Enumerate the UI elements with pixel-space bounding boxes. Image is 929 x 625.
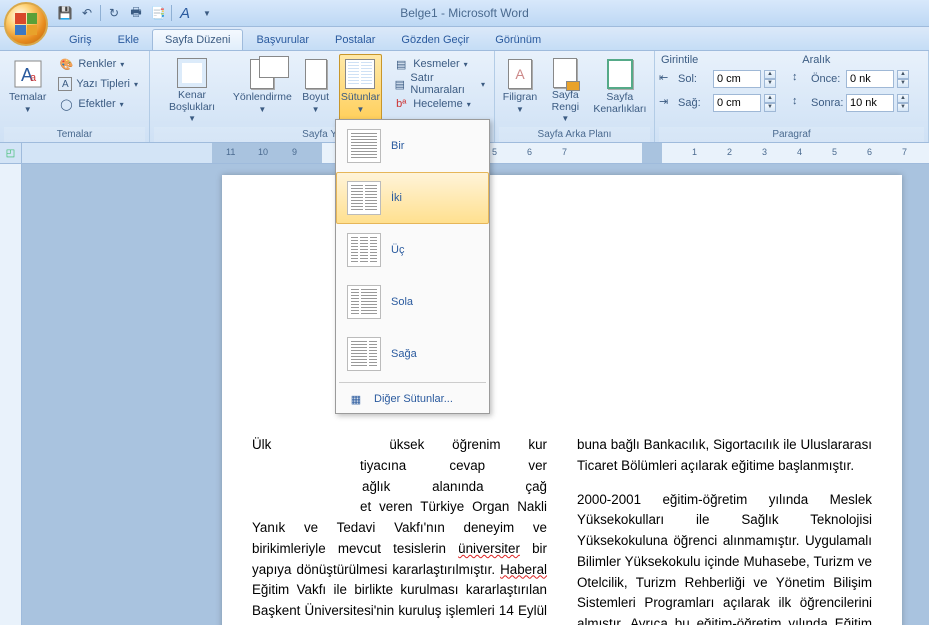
text-column-2: buna bağlı Bankacılık, Sigortacılık ile … — [577, 435, 872, 625]
columns-button[interactable]: Sütunlar▼ — [339, 54, 383, 122]
horizontal-ruler[interactable]: 11 10 9 1 2 3 4 5 6 7 1 2 3 4 5 6 7 — [212, 143, 929, 163]
three-column-icon — [347, 233, 381, 267]
spin-down[interactable]: ▼ — [764, 79, 776, 88]
indent-right-input[interactable] — [713, 94, 761, 112]
columns-dropdown: Bir İki Üç Sola Sağa ▦Diğer Sütunlar... — [335, 119, 490, 414]
qat-separator — [100, 5, 101, 21]
save-icon[interactable]: 💾 — [56, 4, 74, 22]
spin-up[interactable]: ▲ — [897, 70, 909, 79]
themes-icon: Aa — [12, 58, 44, 90]
indent-right-icon: ⇥ — [659, 95, 675, 111]
document-page[interactable]: Ülküksek öğrenim kurtiyacına cevap verağ… — [222, 175, 902, 625]
redo-icon[interactable]: ↻ — [105, 4, 123, 22]
theme-colors-button[interactable]: 🎨Renkler▾ — [53, 54, 143, 74]
effects-icon: ◯ — [58, 96, 74, 112]
spin-down[interactable]: ▼ — [897, 103, 909, 112]
group-title: Temalar — [4, 127, 145, 142]
theme-fonts-button[interactable]: AYazı Tipleri▾ — [53, 74, 143, 94]
chevron-down-icon: ▼ — [24, 105, 32, 114]
spin-up[interactable]: ▲ — [897, 94, 909, 103]
tab-references[interactable]: Başvurular — [243, 29, 322, 50]
columns-icon — [345, 59, 375, 89]
orientation-button[interactable]: Yönlendirme▼ — [232, 54, 293, 122]
vertical-ruler[interactable] — [0, 164, 22, 625]
group-paragraph: Girintile Aralık ⇤Sol:▲▼ ⇥Sağ:▲▼ ↕Önce:▲… — [655, 51, 929, 142]
direction-icon[interactable]: 📑 — [149, 4, 167, 22]
theme-effects-button[interactable]: ◯Efektler▾ — [53, 94, 143, 114]
font-style-icon[interactable]: A — [176, 4, 194, 22]
ruler-corner[interactable]: ◰ — [0, 143, 22, 163]
page-borders-button[interactable]: Sayfa Kenarlıkları — [590, 54, 650, 122]
more-columns-option[interactable]: ▦Diğer Sütunlar... — [336, 385, 489, 413]
spin-down[interactable]: ▼ — [897, 79, 909, 88]
tab-review[interactable]: Gözden Geçir — [388, 29, 482, 50]
themes-button[interactable]: Aa Temalar ▼ — [4, 54, 51, 122]
space-before-icon: ↕ — [792, 71, 808, 87]
office-orb[interactable] — [4, 2, 48, 46]
tab-insert[interactable]: Ekle — [105, 29, 152, 50]
hyphenation-icon: bª — [393, 96, 409, 112]
space-before-field[interactable]: ↕Önce:▲▼ — [792, 68, 909, 89]
tab-view[interactable]: Görünüm — [482, 29, 554, 50]
spin-up[interactable]: ▲ — [764, 70, 776, 79]
indent-header: Girintile — [661, 54, 698, 66]
space-after-input[interactable] — [846, 94, 894, 112]
columns-option-right[interactable]: Sağa — [336, 328, 489, 380]
line-numbers-icon: ▤ — [393, 76, 406, 92]
space-after-field[interactable]: ↕Sonra:▲▼ — [792, 92, 909, 113]
more-columns-icon: ▦ — [346, 391, 366, 407]
window-title: Belge1 - Microsoft Word — [400, 6, 529, 20]
group-page-background: AFiligran▼ Sayfa Rengi▼ Sayfa Kenarlıkla… — [495, 51, 655, 142]
page-color-icon — [553, 58, 577, 88]
undo-icon[interactable]: ↶ — [78, 4, 96, 22]
quick-access-toolbar: 💾 ↶ ↻ 🖶 📑 A ▼ — [56, 0, 216, 26]
fonts-icon: A — [58, 77, 72, 91]
hyphenation-button[interactable]: bªHeceleme▾ — [388, 94, 490, 114]
columns-option-one[interactable]: Bir — [336, 120, 489, 172]
indent-left-field[interactable]: ⇤Sol:▲▼ — [659, 68, 776, 89]
group-themes: Aa Temalar ▼ 🎨Renkler▾ AYazı Tipleri▾ ◯E… — [0, 51, 150, 142]
svg-text:a: a — [30, 72, 37, 84]
left-column-icon — [347, 285, 381, 319]
spin-down[interactable]: ▼ — [764, 103, 776, 112]
page-borders-icon — [607, 59, 633, 89]
group-title: Paragraf — [659, 127, 924, 142]
print-icon[interactable]: 🖶 — [127, 4, 145, 22]
two-column-icon — [347, 181, 381, 215]
group-title: Sayfa Arka Planı — [499, 127, 650, 142]
tab-home[interactable]: Giriş — [56, 29, 105, 50]
breaks-icon: ▤ — [393, 56, 409, 72]
watermark-button[interactable]: AFiligran▼ — [499, 54, 541, 122]
page-color-button[interactable]: Sayfa Rengi▼ — [543, 54, 588, 122]
tab-mailings[interactable]: Postalar — [322, 29, 388, 50]
line-numbers-button[interactable]: ▤Satır Numaraları▾ — [388, 74, 490, 94]
colors-icon: 🎨 — [58, 56, 74, 72]
watermark-icon: A — [508, 59, 532, 89]
qat-separator — [171, 5, 172, 21]
spin-up[interactable]: ▲ — [764, 94, 776, 103]
columns-option-left[interactable]: Sola — [336, 276, 489, 328]
indent-left-icon: ⇤ — [659, 71, 675, 87]
indent-right-field[interactable]: ⇥Sağ:▲▼ — [659, 92, 776, 113]
spacing-header: Aralık — [802, 54, 830, 66]
columns-option-three[interactable]: Üç — [336, 224, 489, 276]
one-column-icon — [347, 129, 381, 163]
tab-page-layout[interactable]: Sayfa Düzeni — [152, 29, 243, 50]
text-column-1: Ülküksek öğrenim kurtiyacına cevap verağ… — [252, 435, 547, 625]
size-button[interactable]: Boyut▼ — [295, 54, 337, 122]
margins-icon — [177, 58, 207, 88]
margins-button[interactable]: Kenar Boşlukları▼ — [154, 54, 230, 122]
indent-left-input[interactable] — [713, 70, 761, 88]
menu-separator — [339, 382, 486, 383]
ribbon-tabs: Giriş Ekle Sayfa Düzeni Başvurular Posta… — [0, 27, 929, 51]
space-before-input[interactable] — [846, 70, 894, 88]
columns-option-two[interactable]: İki — [336, 172, 489, 224]
right-column-icon — [347, 337, 381, 371]
orientation-icon — [250, 59, 274, 89]
space-after-icon: ↕ — [792, 95, 808, 111]
size-icon — [305, 59, 327, 89]
breaks-button[interactable]: ▤Kesmeler▾ — [388, 54, 490, 74]
qat-dropdown-icon[interactable]: ▼ — [198, 4, 216, 22]
